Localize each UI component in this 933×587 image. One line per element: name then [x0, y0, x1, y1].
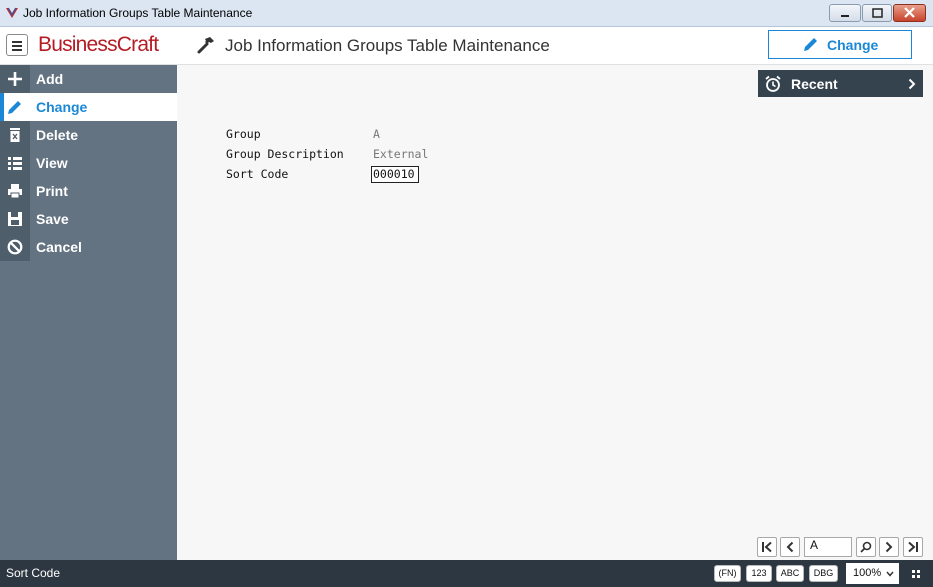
- sort-code-label: Sort Code: [226, 167, 289, 181]
- group-label: Group: [226, 127, 261, 141]
- last-record-button[interactable]: [903, 537, 923, 557]
- sidebar-item-cancel[interactable]: Cancel: [0, 233, 177, 261]
- change-mode-label: Change: [827, 37, 879, 53]
- cancel-icon: [7, 239, 23, 255]
- group-description-value: External: [373, 147, 429, 161]
- group-value: A: [373, 127, 380, 141]
- grid-icon[interactable]: [912, 570, 920, 578]
- close-button[interactable]: [893, 4, 926, 22]
- sidebar-item-label: Delete: [36, 127, 79, 143]
- first-record-button[interactable]: [757, 537, 777, 557]
- app-icon: [6, 7, 18, 18]
- sort-code-input[interactable]: 000010: [371, 166, 419, 183]
- hamburger-icon-line: [12, 49, 22, 51]
- sidebar-item-label: Cancel: [36, 239, 82, 255]
- zoom-select[interactable]: 100%: [846, 563, 899, 584]
- app-header: BusinessCraft Job Information Groups Tab…: [0, 27, 933, 65]
- pencil-icon: [8, 101, 21, 114]
- window-titlebar: Job Information Groups Table Maintenance: [0, 0, 933, 27]
- sidebar-item-label: Save: [36, 211, 69, 227]
- sidebar-item-print[interactable]: Print: [0, 177, 177, 205]
- status-message: Sort Code: [6, 566, 61, 580]
- first-icon: [762, 541, 772, 553]
- last-icon: [908, 541, 918, 553]
- alpha-indicator[interactable]: ABC: [776, 565, 804, 582]
- hamburger-icon-line: [12, 45, 22, 47]
- chevron-right-icon: [885, 541, 893, 553]
- action-sidebar: Add Change Delete View Print Save Cancel: [0, 65, 177, 560]
- plus-icon: [8, 72, 22, 86]
- printer-icon: [8, 184, 22, 199]
- previous-record-button[interactable]: [780, 537, 800, 557]
- pencil-icon: [804, 38, 817, 51]
- next-record-button[interactable]: [879, 537, 899, 557]
- page-title: Job Information Groups Table Maintenance: [225, 36, 550, 55]
- active-indicator: [0, 93, 4, 121]
- chevron-right-icon: [908, 78, 916, 90]
- minimize-button[interactable]: [829, 4, 861, 22]
- minimize-icon: [841, 15, 849, 17]
- list-icon: [8, 157, 22, 170]
- zoom-value: 100%: [853, 567, 882, 579]
- sidebar-item-view[interactable]: View: [0, 149, 177, 177]
- menu-button[interactable]: [6, 34, 28, 56]
- fn-indicator[interactable]: (FN): [714, 565, 741, 582]
- sidebar-item-label: View: [36, 155, 68, 171]
- numeric-indicator[interactable]: 123: [746, 565, 772, 582]
- debug-indicator[interactable]: DBG: [809, 565, 838, 582]
- trash-icon: [10, 128, 20, 142]
- maximize-icon: [872, 8, 883, 18]
- search-icon: [860, 541, 872, 553]
- record-key-input[interactable]: A: [804, 537, 852, 557]
- sidebar-item-label: Change: [36, 99, 88, 115]
- sidebar-item-label: Add: [36, 71, 64, 87]
- sidebar-item-save[interactable]: Save: [0, 205, 177, 233]
- sidebar-item-delete[interactable]: Delete: [0, 121, 177, 149]
- sidebar-item-add[interactable]: Add: [0, 65, 177, 93]
- group-description-label: Group Description: [226, 147, 344, 161]
- window-title: Job Information Groups Table Maintenance: [23, 6, 253, 20]
- hamburger-icon: [12, 41, 22, 43]
- maximize-button[interactable]: [862, 4, 892, 22]
- recent-label: Recent: [791, 76, 838, 92]
- sidebar-item-change[interactable]: Change: [0, 93, 177, 121]
- status-bar: Sort Code (FN) 123 ABC DBG 100%: [0, 560, 933, 587]
- floppy-icon: [8, 212, 22, 226]
- change-mode-button[interactable]: Change: [768, 30, 912, 59]
- hammer-icon: [197, 37, 214, 54]
- main-content: Recent Group A Group Description Externa…: [177, 65, 933, 560]
- chevron-down-icon: [886, 571, 894, 577]
- brand-logo: BusinessCraft: [38, 33, 159, 56]
- sidebar-item-label: Print: [36, 183, 68, 199]
- close-icon: [904, 7, 915, 18]
- alarm-clock-icon: [765, 75, 781, 92]
- recent-panel-button[interactable]: Recent: [758, 70, 923, 97]
- chevron-left-icon: [786, 541, 794, 553]
- search-record-button[interactable]: [856, 537, 876, 557]
